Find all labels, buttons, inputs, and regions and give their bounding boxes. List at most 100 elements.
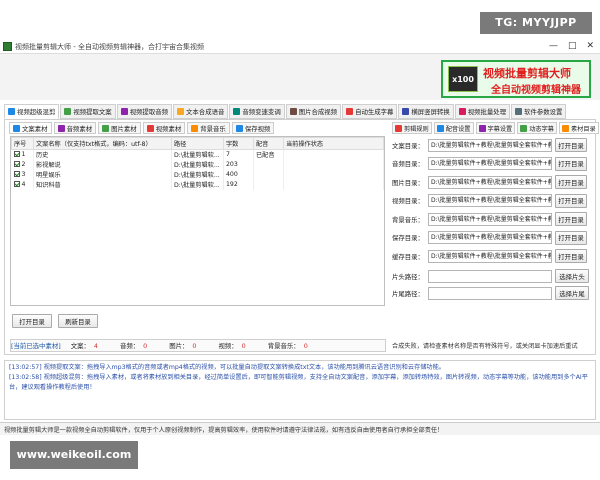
tab-label: 文本合成语音 (186, 108, 225, 116)
col-name[interactable]: 文案名称（仅支持txt格式，编码：utf-8） (33, 137, 172, 150)
row-number: 3 (21, 171, 26, 178)
count-label: 背景音乐： (267, 342, 300, 350)
tab-main-6[interactable]: 自动生成字幕 (342, 104, 398, 119)
tab-label: 保存视频 (244, 124, 271, 133)
directory-input[interactable]: D:\批量剪辑软件+教程\批量剪辑全套软件+教 (428, 157, 552, 170)
watermark-top: TG: MYYJJPP (480, 12, 592, 34)
count-value: 0 (241, 342, 246, 350)
col-path[interactable]: 路径 (171, 137, 224, 150)
tab-label: 动态字幕 (529, 125, 554, 133)
cell-path: D:\批量剪辑软... (171, 179, 224, 190)
select-intro-button[interactable]: 选择片头 (555, 269, 589, 283)
directory-input[interactable]: D:\批量剪辑软件+教程\批量剪辑全套软件+教 (428, 175, 552, 189)
banner-line-2: 全自动视频剪辑神器 (491, 85, 581, 96)
tab-main-3[interactable]: 文本合成语音 (173, 104, 229, 119)
count-label: 图片： (169, 342, 189, 350)
col-status[interactable]: 当前操作状态 (283, 137, 384, 150)
col-count[interactable]: 字数 (223, 137, 254, 150)
tab-settings-2[interactable]: 字幕设置 (475, 122, 516, 134)
table-row[interactable]: 2 影视解说 D:\批量剪辑软... 203 (11, 159, 384, 170)
tab-material-3[interactable]: 视频素材 (142, 122, 186, 134)
tab-material-1[interactable]: 音频素材 (53, 122, 97, 134)
directory-input[interactable]: D:\批量剪辑软件+教程\批量剪辑全套软件+教 (428, 194, 552, 207)
directory-row: 音频目录： D:\批量剪辑软件+教程\批量剪辑全套软件+教 打开目录 (392, 156, 587, 171)
row-checkbox[interactable] (13, 161, 20, 167)
tab-main-7[interactable]: 横屏竖屏转换 (398, 104, 454, 119)
tab-main-2[interactable]: 视频提取音频 (116, 104, 173, 119)
open-folder-button[interactable]: 打开目录 (555, 156, 587, 171)
row-number-cell: 2 (11, 159, 34, 170)
scissors-icon (395, 124, 402, 132)
minimize-button[interactable]: — (549, 41, 558, 51)
directory-input[interactable]: D:\批量剪辑软件+教程\批量剪辑全套软件+教 (428, 212, 552, 226)
refresh-directory-button[interactable]: 刷新目录 (58, 314, 98, 328)
count-value: 0 (143, 342, 148, 350)
open-folder-button[interactable]: 打开目录 (555, 175, 587, 189)
clip-input[interactable] (428, 286, 552, 300)
directory-input[interactable]: D:\批量剪辑软件+教程\批量剪辑全套软件+教 (428, 249, 552, 263)
tab-label: 图片素材 (111, 124, 137, 133)
directory-input[interactable]: D:\批量剪辑软件+教程\批量剪辑全套软件+教 (428, 231, 552, 244)
open-folder-button[interactable]: 打开目录 (555, 138, 587, 152)
table-row[interactable]: 3 明星娱乐 D:\批量剪辑软... 400 (11, 169, 384, 180)
tab-main-4[interactable]: 音频变速变调 (229, 104, 285, 119)
tab-main-1[interactable]: 视频提取文案 (60, 104, 116, 119)
tab-main-5[interactable]: 图片合成视频 (285, 104, 342, 119)
tab-main-8[interactable]: 视频批量处理 (454, 104, 511, 119)
tab-material-5[interactable]: 保存视频 (231, 122, 275, 134)
tab-settings-3[interactable]: 动态字幕 (517, 122, 557, 134)
directory-label: 文案目录： (392, 141, 424, 150)
tab-label: 视频提取音频 (129, 108, 169, 116)
music-icon (57, 124, 65, 132)
selection-status-bar: [当前已选中素材] 文案： 4 音频： 0 图片： 0 视频： 0 背景音乐： 0 (10, 339, 386, 352)
open-folder-button[interactable]: 打开目录 (555, 249, 587, 263)
count-label: 视频： (218, 342, 238, 350)
clip-row: 片头路径： 选择片头 (392, 269, 589, 283)
count-2: 图片： 0 (169, 341, 200, 350)
tab-material-4[interactable]: 背景音乐 (187, 122, 230, 134)
tab-material-2[interactable]: 图片素材 (98, 122, 141, 134)
open-folder-button[interactable]: 打开目录 (555, 212, 587, 226)
tab-label: 音频变速变调 (242, 108, 281, 116)
log-panel[interactable]: [13:02:57] 视频提取文案：拖拽导入mp3格式的音频或者mp4格式的视频… (4, 360, 596, 420)
open-directory-button[interactable]: 打开目录 (12, 314, 52, 328)
tab-label: 视频提取文案 (73, 108, 112, 116)
directory-input[interactable]: D:\批量剪辑软件+教程\批量剪辑全套软件+教 (428, 138, 552, 152)
tab-label: 音频素材 (66, 124, 93, 133)
open-folder-button[interactable]: 打开目录 (555, 193, 587, 208)
folder-icon (562, 124, 569, 132)
table-row[interactable]: 1 历史 D:\批量剪辑软... 7 已配音 (11, 149, 384, 160)
tab-label: 图片合成视频 (298, 108, 338, 116)
row-checkbox[interactable] (13, 181, 20, 187)
close-button[interactable]: ✕ (586, 41, 594, 51)
row-number: 2 (21, 161, 26, 168)
select-outro-button[interactable]: 选择片尾 (555, 286, 589, 300)
directory-row: 保存目录： D:\批量剪辑软件+教程\批量剪辑全套软件+教 打开目录 (392, 230, 587, 245)
col-dub[interactable]: 配音 (253, 137, 284, 150)
tab-label: 视频批量处理 (467, 108, 507, 116)
count-3: 视频： 0 (218, 341, 249, 350)
tab-main-9[interactable]: 软件参数设置 (511, 104, 567, 119)
tab-settings-0[interactable]: 剪辑规则 (392, 122, 432, 134)
maximize-button[interactable]: □ (568, 41, 577, 51)
row-checkbox[interactable] (13, 151, 20, 158)
directory-row: 图片目录： D:\批量剪辑软件+教程\批量剪辑全套软件+教 打开目录 (392, 175, 587, 189)
open-folder-button[interactable]: 打开目录 (555, 230, 587, 245)
clip-input[interactable] (428, 269, 552, 283)
window-title: 视频批量剪辑大师 - 全自动视频剪辑神器，合打宇宙合集视频 (15, 43, 204, 51)
tab-material-0[interactable]: 文案素材 (9, 122, 52, 134)
row-checkbox[interactable] (13, 171, 20, 177)
tab-settings-1[interactable]: 配音设置 (433, 122, 474, 134)
count-1: 音频： 0 (120, 341, 151, 350)
cell-dub (253, 169, 284, 180)
video-icon (146, 124, 154, 132)
mic-icon (436, 124, 444, 132)
title-bar: 视频批量剪辑大师 - 全自动视频剪辑神器，合打宇宙合集视频 — □ ✕ (0, 40, 600, 54)
tab-main-0[interactable]: 视频超级混剪 (4, 104, 60, 119)
count-label: 音频： (119, 342, 140, 350)
tab-settings-4[interactable]: 素材目录 (559, 122, 599, 134)
row-number-cell: 3 (11, 169, 34, 180)
error-hint: 合成失败，请检查素材名称是否有特殊符号，或关闭显卡加速后重试 (392, 343, 578, 350)
table-row[interactable]: 4 知识科普 D:\批量剪辑软... 192 (11, 179, 384, 190)
col-no[interactable]: 序号 (11, 137, 34, 150)
